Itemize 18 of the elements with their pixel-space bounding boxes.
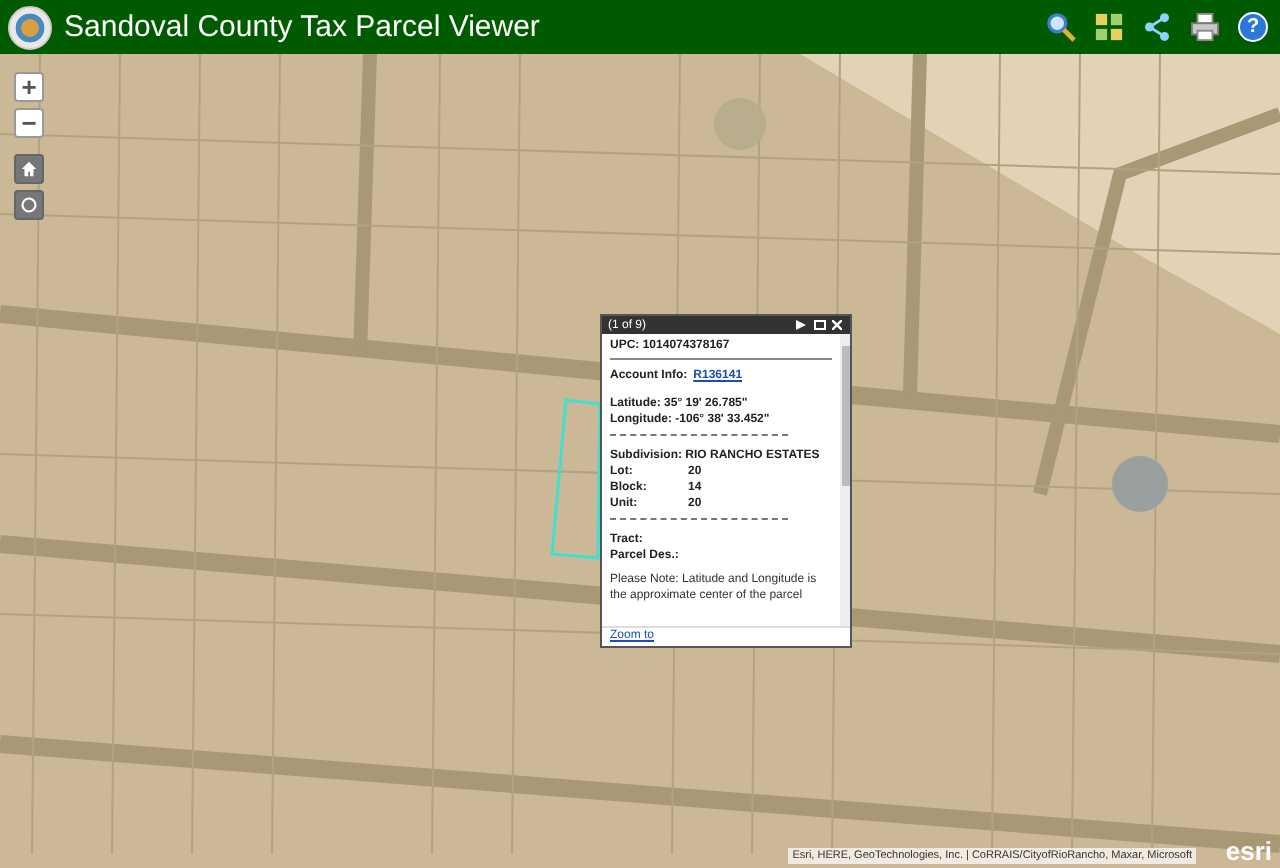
print-icon[interactable] [1190, 12, 1220, 42]
esri-logo: esri [1225, 836, 1272, 866]
locate-button[interactable] [14, 190, 44, 220]
close-button[interactable] [830, 318, 844, 332]
home-icon [20, 160, 38, 178]
search-icon[interactable] [1046, 12, 1076, 42]
app-title: Sandoval County Tax Parcel Viewer [64, 10, 542, 44]
locate-icon [20, 196, 38, 214]
help-button[interactable]: ? [1238, 12, 1268, 42]
county-seal-icon [8, 5, 52, 49]
home-button[interactable] [14, 154, 44, 184]
zoom-out-button[interactable]: − [14, 108, 44, 138]
maximize-button[interactable] [812, 318, 826, 332]
grid-icon[interactable] [1094, 12, 1124, 42]
scrollbar[interactable] [840, 334, 850, 626]
zoom-in-button[interactable]: + [14, 72, 44, 102]
next-button[interactable] [794, 318, 808, 332]
share-icon[interactable] [1142, 12, 1172, 42]
